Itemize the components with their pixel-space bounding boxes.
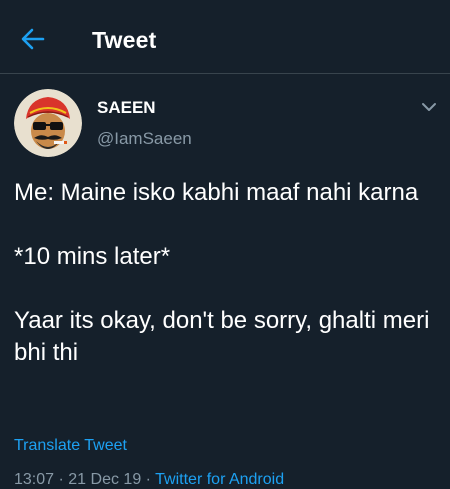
tweet-menu-button[interactable] (420, 100, 438, 114)
meta-separator: · (145, 471, 151, 488)
tweet-metadata: 13:07 · 21 Dec 19 · Twitter for Android (14, 471, 284, 489)
arrow-left-icon (21, 28, 45, 50)
author-display-name[interactable]: SAEEN (97, 98, 156, 118)
page-title: Tweet (92, 27, 157, 53)
avatar[interactable] (14, 89, 82, 157)
top-bar: Tweet (0, 0, 450, 74)
translate-tweet-link[interactable]: Translate Tweet (14, 437, 127, 455)
tweet-source-link[interactable]: Twitter for Android (155, 471, 284, 488)
meta-separator: · (58, 471, 64, 488)
author-handle[interactable]: @IamSaeen (97, 129, 192, 149)
tweet-time: 13:07 (14, 471, 55, 488)
tweet-date: 21 Dec 19 (68, 471, 142, 488)
tweet-text: Me: Maine isko kabhi maaf nahi karna *10… (14, 179, 430, 366)
chevron-down-icon (422, 103, 436, 111)
back-button[interactable] (20, 26, 46, 52)
